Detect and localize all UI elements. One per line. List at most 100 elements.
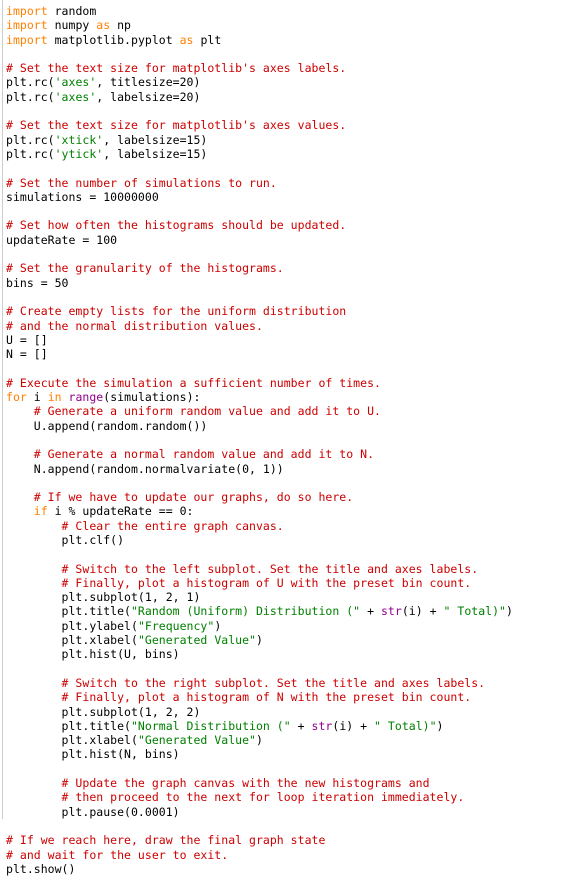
code-line: # Set the number of simulations to run. xyxy=(6,176,582,190)
code-line: # Generate a uniform random value and ad… xyxy=(6,404,582,418)
code-token-str: " Total)" xyxy=(443,604,506,619)
code-token-pl: plt.ylabel( xyxy=(6,618,138,633)
code-token-pl: random xyxy=(47,4,97,18)
code-line: # then proceed to the next for loop iter… xyxy=(6,790,582,804)
code-token-com: # Switch to the left subplot. Set the ti… xyxy=(6,561,479,576)
code-token-pl: plt.subplot(1, 2, 1) xyxy=(6,590,201,605)
code-token-com: # Set the number of simulations to run. xyxy=(6,175,277,190)
code-token-pl: (i) + xyxy=(332,718,375,733)
code-token-kw: in xyxy=(47,390,62,405)
code-token-str: "Normal Distribution (" xyxy=(130,718,291,733)
code-token-str: "Frequency" xyxy=(137,618,215,633)
code-token-pl: ) xyxy=(214,618,222,633)
code-token-pl: U.append(random.random()) xyxy=(6,418,208,433)
code-line: import numpy as np xyxy=(6,18,582,32)
code-token-com: # Generate a uniform random value and ad… xyxy=(6,404,381,419)
code-token-com: # Update the graph canvas with the new h… xyxy=(6,776,430,791)
code-token-kw: if xyxy=(33,504,48,519)
code-token-pl: U = [] xyxy=(6,332,48,347)
code-line: updateRate = 100 xyxy=(6,233,582,247)
code-token-com: # Execute the simulation a sufficient nu… xyxy=(6,375,381,390)
code-token-pl: simulations = 10000000 xyxy=(6,189,159,204)
code-line: plt.rc('xtick', labelsize=15) xyxy=(6,133,582,147)
code-token-com: # Clear the entire graph canvas. xyxy=(6,518,284,533)
code-line: # and wait for the user to exit. xyxy=(6,848,582,862)
code-token-kw: as xyxy=(96,18,111,33)
code-token-pl: (i) + xyxy=(401,604,444,619)
code-line: N = [] xyxy=(6,347,582,361)
code-token-pl: + xyxy=(290,718,312,733)
code-token-com: # Set the granularity of the histograms. xyxy=(6,261,284,276)
code-token-com: # Set how often the histograms should be… xyxy=(6,218,347,233)
code-line: plt.clf() xyxy=(6,533,582,547)
code-body[interactable]: import random import numpy as np import ma… xyxy=(6,4,582,876)
code-token-kw: as xyxy=(179,32,194,47)
code-line: # Switch to the left subplot. Set the ti… xyxy=(6,562,582,576)
code-token-pl: N.append(random.normalvariate(0, 1)) xyxy=(6,461,284,476)
code-line: simulations = 10000000 xyxy=(6,190,582,204)
code-line: # Create empty lists for the uniform dis… xyxy=(6,304,582,318)
code-token-com: # If we reach here, draw the final graph… xyxy=(6,833,326,848)
code-token-pl: matplotlib.pyplot xyxy=(47,32,180,47)
code-line: plt.hist(N, bins) xyxy=(6,747,582,761)
code-line: # If we have to update our graphs, do so… xyxy=(6,490,582,504)
code-token-com: # and the normal distribution values. xyxy=(6,318,263,333)
code-line: # Generate a normal random value and add… xyxy=(6,447,582,461)
code-token-str: "Generated Value" xyxy=(137,733,256,748)
code-token-pl: bins = 50 xyxy=(6,275,69,290)
code-line: # and the normal distribution values. xyxy=(6,319,582,333)
code-line: for i in range(simulations): xyxy=(6,390,582,404)
code-line: U.append(random.random()) xyxy=(6,419,582,433)
code-token-com: # Finally, plot a histogram of U with th… xyxy=(6,575,472,590)
code-token-str: 'axes' xyxy=(54,75,97,90)
code-token-kw: import xyxy=(6,4,48,18)
code-token-pl: updateRate = 100 xyxy=(6,232,118,247)
code-line: # If we reach here, draw the final graph… xyxy=(6,833,582,847)
code-line: # Set the granularity of the histograms. xyxy=(6,261,582,275)
code-token-pl: numpy xyxy=(47,18,97,33)
code-token-pl: ) xyxy=(505,604,513,619)
code-token-pl: plt.hist(U, bins) xyxy=(6,647,180,662)
code-token-pl: plt.xlabel( xyxy=(6,633,138,648)
code-token-com: # Set the text size for matplotlib's axe… xyxy=(6,61,347,76)
code-line: plt.subplot(1, 2, 1) xyxy=(6,590,582,604)
code-line: # Finally, plot a histogram of N with th… xyxy=(6,690,582,704)
code-token-pl: i % updateRate == 0: xyxy=(47,504,194,519)
code-line: if i % updateRate == 0: xyxy=(6,504,582,518)
code-token-com: # Switch to the right subplot. Set the t… xyxy=(6,675,486,690)
code-token-pl: , labelsize=15) xyxy=(103,132,208,147)
code-token-pl: ) xyxy=(436,718,444,733)
code-token-pl: plt.title( xyxy=(6,604,131,619)
code-token-bi: str xyxy=(311,718,333,733)
code-token-pl: plt.pause(0.0001) xyxy=(6,804,180,819)
code-token-bi: range xyxy=(68,390,104,405)
code-token-pl: plt.title( xyxy=(6,718,131,733)
code-token-com: # Generate a normal random value and add… xyxy=(6,447,375,462)
code-token-str: "Generated Value" xyxy=(137,633,256,648)
code-token-pl: plt.rc( xyxy=(6,132,55,147)
code-listing[interactable]: import random import numpy as np import ma… xyxy=(0,0,582,876)
code-token-pl: i xyxy=(26,390,48,405)
code-line: plt.subplot(1, 2, 2) xyxy=(6,705,582,719)
code-token-pl: plt.subplot(1, 2, 2) xyxy=(6,704,201,719)
code-line: plt.rc('axes', labelsize=20) xyxy=(6,90,582,104)
code-token-com: # Set the text size for matplotlib's axe… xyxy=(6,118,347,133)
code-line: plt.hist(U, bins) xyxy=(6,647,582,661)
code-token-com: # Finally, plot a histogram of N with th… xyxy=(6,690,472,705)
code-line: # Set how often the histograms should be… xyxy=(6,218,582,232)
code-token-str: 'axes' xyxy=(54,89,97,104)
code-token-pl: plt.rc( xyxy=(6,146,55,161)
code-line: import random xyxy=(6,4,582,18)
code-line: # Execute the simulation a sufficient nu… xyxy=(6,376,582,390)
